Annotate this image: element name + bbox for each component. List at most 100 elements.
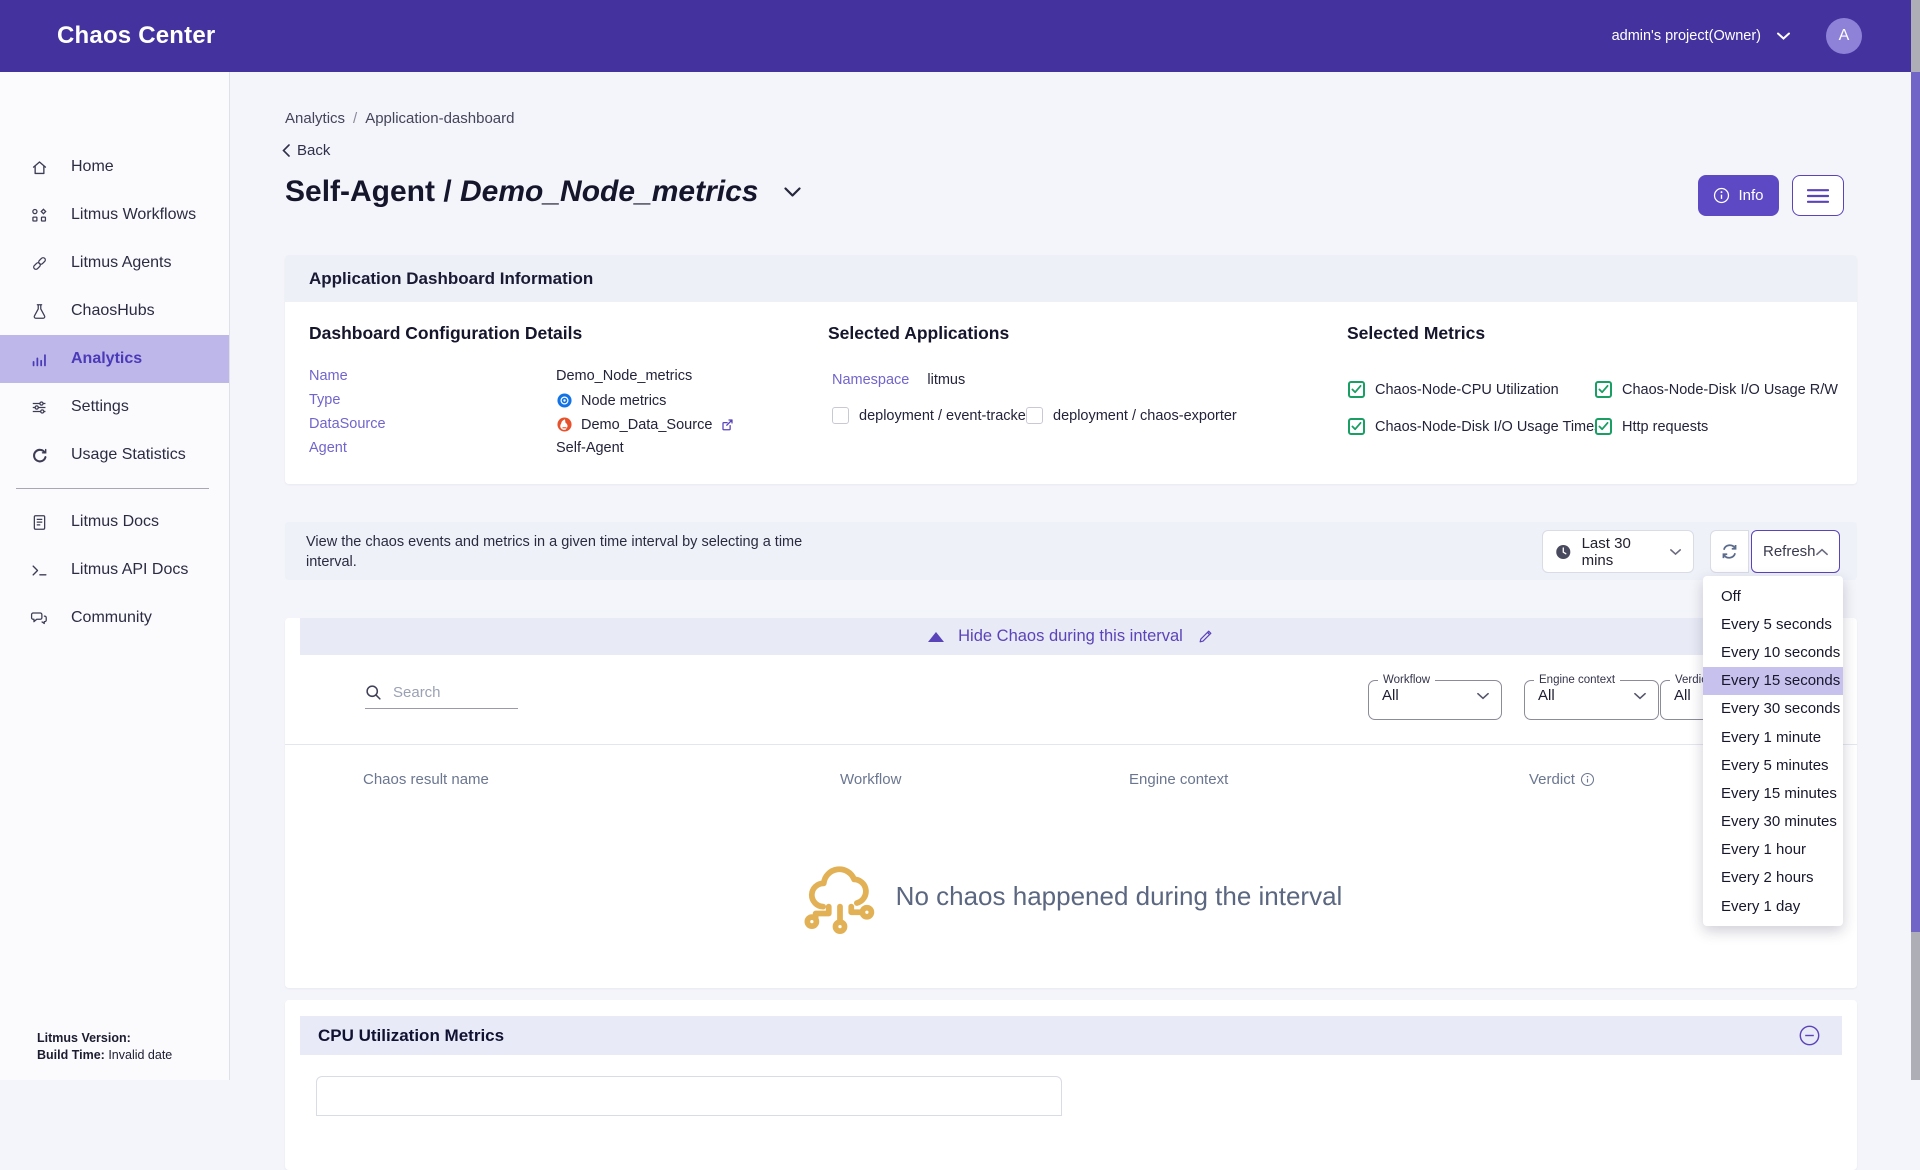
scrollbar-track[interactable] [1911,0,1920,1080]
empty-state: No chaos happened during the interval [285,856,1857,936]
breadcrumb-analytics[interactable]: Analytics [285,110,345,127]
sidebar-item-usage-statistics[interactable]: Usage Statistics [0,431,229,479]
menu-item-every-30-minutes[interactable]: Every 30 minutes [1703,808,1843,836]
namespace-value: litmus [927,372,965,388]
sidebar-item-litmus-workflows[interactable]: Litmus Workflows [0,191,229,239]
collapse-minus-icon[interactable] [1798,1024,1821,1047]
engine-context-filter-select[interactable]: Engine context All [1524,674,1659,720]
usage-icon [30,446,49,465]
breadcrumb: Analytics / Application-dashboard [285,110,514,127]
sidebar-item-litmus-api-docs[interactable]: Litmus API Docs [0,546,229,594]
verdict-filter-value: All [1674,687,1691,704]
document-icon [30,513,49,532]
column-header-workflow: Workflow [840,771,901,788]
metric-checkbox-cpu[interactable]: Chaos-Node-CPU Utilization [1348,381,1559,398]
sidebar-item-analytics[interactable]: Analytics [0,335,229,383]
home-icon [30,158,49,177]
panel-header: Application Dashboard Information [285,255,1857,302]
menu-item-every-2-hours[interactable]: Every 2 hours [1703,864,1843,892]
breadcrumb-application-dashboard[interactable]: Application-dashboard [365,110,514,127]
menu-item-every-5-minutes[interactable]: Every 5 minutes [1703,751,1843,779]
sidebar-item-settings[interactable]: Settings [0,383,229,431]
menu-item-every-15-minutes[interactable]: Every 15 minutes [1703,779,1843,807]
scrollbar-thumb[interactable] [1911,72,1920,932]
clock-icon [1555,543,1572,561]
checkbox-unchecked[interactable] [832,407,849,424]
search-input[interactable] [393,684,503,701]
metrics-section-title: Selected Metrics [1347,323,1485,344]
refresh-icon [1719,541,1740,562]
chevron-down-icon [1634,692,1646,700]
type-label: Type [309,392,556,409]
checkbox-label: Chaos-Node-CPU Utilization [1375,382,1559,398]
app-checkbox-chaos-exporter[interactable]: deployment / chaos-exporter [1026,407,1237,424]
column-header-verdict: Verdict [1529,771,1595,788]
cpu-chart-container [316,1076,1062,1116]
checkbox-label: deployment / chaos-exporter [1053,408,1237,424]
checkbox-checked[interactable] [1595,418,1612,435]
menu-item-every-10-seconds[interactable]: Every 10 seconds [1703,638,1843,666]
metric-checkbox-disk-rw[interactable]: Chaos-Node-Disk I/O Usage R/W [1595,381,1838,398]
menu-item-every-1-hour[interactable]: Every 1 hour [1703,836,1843,864]
search-field[interactable] [365,684,518,709]
menu-item-every-1-minute[interactable]: Every 1 minute [1703,723,1843,751]
terminal-icon [30,561,49,580]
refresh-interval-select[interactable]: Refresh [1751,530,1840,573]
sidebar-item-community[interactable]: Community [0,594,229,642]
info-icon [1713,187,1730,204]
top-bar: Chaos Center admin's project(Owner) A [0,0,1920,72]
checkbox-unchecked[interactable] [1026,407,1043,424]
hide-chaos-toggle[interactable]: Hide Chaos during this interval [300,618,1842,655]
application-dashboard-information-card: Application Dashboard Information Dashbo… [285,255,1857,484]
column-header-chaos-result-name: Chaos result name [363,771,489,788]
config-section-title: Dashboard Configuration Details [309,323,582,344]
info-button[interactable]: Info [1698,175,1779,216]
title-chevron-down-icon[interactable] [784,187,801,198]
main-content: Analytics / Application-dashboard Back S… [230,72,1920,1080]
refresh-now-button[interactable] [1710,530,1749,573]
build-time-label: Build Time: [37,1048,105,1062]
sidebar-item-label: Litmus API Docs [71,561,188,579]
chaos-table-card: Hide Chaos during this interval Workflow… [285,618,1857,988]
hamburger-icon [1807,189,1829,203]
agent-label: Agent [309,440,556,456]
dashboard-menu-button[interactable] [1792,175,1844,216]
sidebar-item-litmus-docs[interactable]: Litmus Docs [0,498,229,546]
chevron-down-icon[interactable] [1777,32,1790,40]
cpu-utilization-card: CPU Utilization Metrics [285,1000,1857,1170]
checkbox-checked[interactable] [1348,381,1365,398]
checkbox-checked[interactable] [1348,418,1365,435]
search-icon [365,684,382,701]
empty-message: No chaos happened during the interval [896,881,1343,912]
panel-title: Application Dashboard Information [309,269,593,289]
back-button[interactable]: Back [282,142,330,159]
menu-item-every-30-seconds[interactable]: Every 30 seconds [1703,695,1843,723]
verdict-info-icon[interactable] [1580,772,1595,787]
menu-item-every-1-day[interactable]: Every 1 day [1703,892,1843,920]
sidebar-item-label: Analytics [71,350,142,368]
sidebar-item-home[interactable]: Home [0,143,229,191]
checkbox-label: Chaos-Node-Disk I/O Usage Times [1375,419,1601,435]
back-label: Back [297,142,330,159]
litmus-version-label: Litmus Version: [37,1031,131,1045]
chevron-up-icon [1816,548,1828,556]
sidebar-item-litmus-agents[interactable]: Litmus Agents [0,239,229,287]
metric-checkbox-disk-times[interactable]: Chaos-Node-Disk I/O Usage Times [1348,418,1601,435]
collapse-triangle-icon [928,632,944,642]
menu-item-every-5-seconds[interactable]: Every 5 seconds [1703,610,1843,638]
time-range-select[interactable]: Last 30 mins [1542,530,1694,573]
menu-item-every-15-seconds[interactable]: Every 15 seconds [1703,667,1843,695]
sidebar-item-label: Settings [71,398,129,416]
external-link-icon[interactable] [720,417,735,432]
project-selector[interactable]: admin's project(Owner) [1612,28,1761,44]
engine-context-filter-label: Engine context [1534,674,1620,686]
menu-item-off[interactable]: Off [1703,582,1843,610]
edit-pencil-icon[interactable] [1197,628,1214,645]
sidebar-item-chaoshubs[interactable]: ChaosHubs [0,287,229,335]
workflow-filter-select[interactable]: Workflow All [1368,674,1502,720]
avatar[interactable]: A [1826,18,1862,54]
metric-checkbox-http[interactable]: Http requests [1595,418,1708,435]
app-checkbox-event-tracker[interactable]: deployment / event-tracker [832,407,1031,424]
page-title: Self-Agent / Demo_Node_metrics [285,175,758,209]
checkbox-checked[interactable] [1595,381,1612,398]
